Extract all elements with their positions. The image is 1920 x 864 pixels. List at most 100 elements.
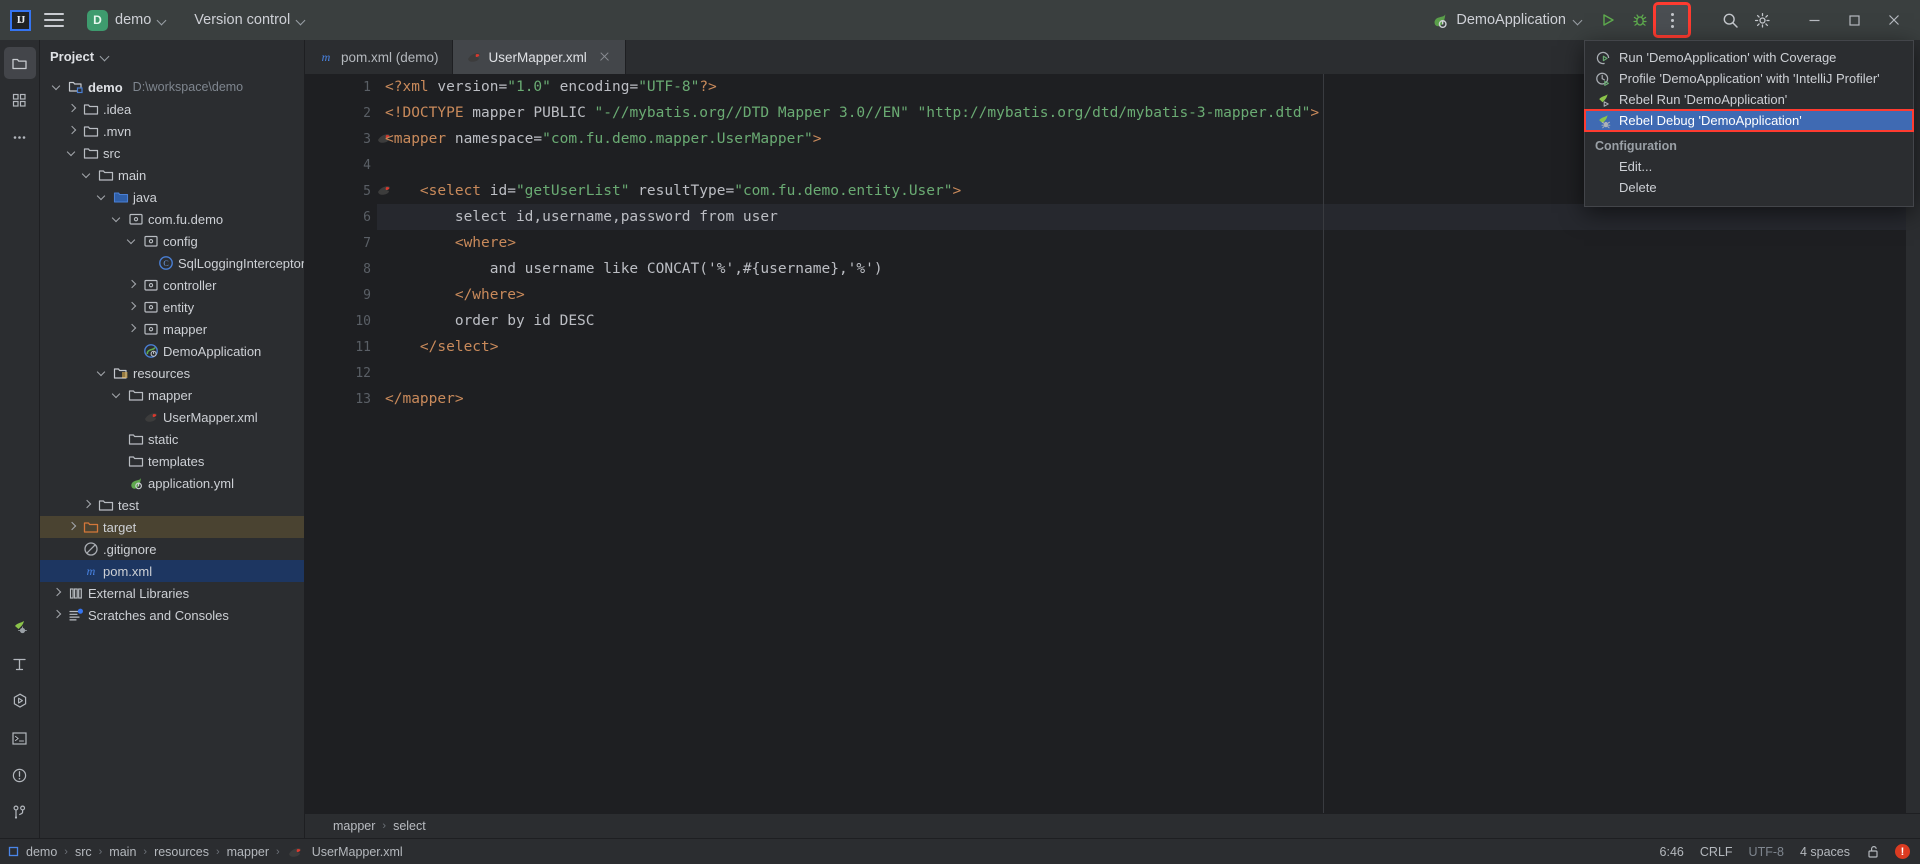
editor-tab-pom-xml[interactable]: m pom.xml (demo) (305, 40, 453, 74)
tree-item-src[interactable]: src (40, 142, 304, 164)
close-tab-icon[interactable] (598, 50, 612, 64)
chevron-right-icon[interactable] (65, 124, 79, 138)
code-line[interactable]: <where> (377, 230, 1906, 256)
chevron-down-icon[interactable] (65, 146, 79, 160)
menu-item-rebel-run[interactable]: Rebel Run 'DemoApplication' (1585, 89, 1913, 110)
chevron-down-icon[interactable] (110, 212, 124, 226)
structure-tool-window-button[interactable] (4, 648, 36, 680)
status-breadcrumb-item[interactable]: src (75, 845, 92, 859)
error-badge[interactable]: ! (1895, 844, 1910, 859)
chevron-right-icon[interactable] (80, 498, 94, 512)
tree-item-demoapplication[interactable]: DemoApplication (40, 340, 304, 362)
code-line[interactable]: </mapper> (377, 386, 1906, 412)
tree-item-demo[interactable]: demo D:\workspace\demo (40, 76, 304, 98)
tree-item-application-yml[interactable]: application.yml (40, 472, 304, 494)
code-line[interactable]: </where> (377, 282, 1906, 308)
tree-item-mapper[interactable]: mapper (40, 318, 304, 340)
search-everywhere-button[interactable] (1714, 5, 1746, 35)
tree-item-templates[interactable]: templates (40, 450, 304, 472)
menu-item-profile[interactable]: Profile 'DemoApplication' with 'IntelliJ… (1585, 68, 1913, 89)
more-run-options-button[interactable] (1653, 2, 1691, 38)
editor-gutter[interactable]: 1 2 3 4 5 6 7 8 9 10 11 12 13 (305, 74, 390, 813)
chevron-right-icon[interactable] (125, 300, 139, 314)
status-breadcrumb[interactable]: demo › src › main › resources › mapper › UserMappe… (8, 844, 403, 860)
hamburger-icon[interactable] (41, 7, 67, 33)
tree-item-entity[interactable]: entity (40, 296, 304, 318)
version-control-tool-window-button[interactable] (4, 796, 36, 828)
tree-item-external-libraries[interactable]: External Libraries (40, 582, 304, 604)
editor-breadcrumb-item[interactable]: mapper (333, 819, 375, 833)
menu-item-edit[interactable]: Edit... (1585, 156, 1913, 177)
code-line[interactable]: select id,username,password from user (377, 204, 1906, 230)
code-line[interactable]: order by id DESC (377, 308, 1906, 334)
tree-item-test[interactable]: test (40, 494, 304, 516)
run-configuration-selector[interactable]: DemoApplication (1422, 8, 1592, 33)
maximize-window-button[interactable] (1834, 1, 1874, 39)
indent-setting[interactable]: 4 spaces (1800, 845, 1850, 859)
run-tool-window-button[interactable] (4, 685, 36, 717)
tree-item-java[interactable]: java (40, 186, 304, 208)
run-button[interactable] (1592, 5, 1624, 35)
chevron-down-icon[interactable] (110, 388, 124, 402)
tree-item-pom-xml[interactable]: m pom.xml (40, 560, 304, 582)
chevron-right-icon[interactable] (125, 322, 139, 336)
chevron-right-icon[interactable] (50, 608, 64, 622)
tree-item-config[interactable]: config (40, 230, 304, 252)
tree-item-resources[interactable]: resources (40, 362, 304, 384)
jrebel-tool-window-button[interactable] (4, 611, 36, 643)
chevron-right-icon[interactable] (65, 102, 79, 116)
editor-breadcrumb-item[interactable]: select (393, 819, 426, 833)
tree-item-static[interactable]: static (40, 428, 304, 450)
chevron-right-icon[interactable] (65, 520, 79, 534)
code-line[interactable] (377, 360, 1906, 386)
status-breadcrumb-item[interactable]: UserMapper.xml (312, 845, 403, 859)
readonly-toggle[interactable] (1866, 844, 1881, 859)
editor-breadcrumb[interactable]: mapper › select (305, 813, 1920, 838)
tree-item-idea[interactable]: .idea (40, 98, 304, 120)
status-breadcrumb-item[interactable]: demo (26, 845, 57, 859)
chevron-down-icon[interactable] (95, 190, 109, 204)
chevron-down-icon[interactable] (125, 234, 139, 248)
line-separator[interactable]: CRLF (1700, 845, 1733, 859)
tree-item-mvn[interactable]: .mvn (40, 120, 304, 142)
tree-item-usermapper-xml[interactable]: UserMapper.xml (40, 406, 304, 428)
close-window-button[interactable] (1874, 1, 1914, 39)
project-widget[interactable]: D demo (79, 6, 175, 35)
chevron-down-icon[interactable] (95, 366, 109, 380)
commit-tool-window-button[interactable] (4, 84, 36, 116)
tree-item-mapper[interactable]: mapper (40, 384, 304, 406)
code-line[interactable]: and username like CONCAT('%',#{username}… (377, 256, 1906, 282)
tree-item-scratches-and-consoles[interactable]: Scratches and Consoles (40, 604, 304, 626)
tree-item-gitignore[interactable]: .gitignore (40, 538, 304, 560)
more-tool-windows-button[interactable] (4, 121, 36, 153)
tree-item-main[interactable]: main (40, 164, 304, 186)
terminal-tool-window-button[interactable] (4, 722, 36, 754)
status-breadcrumb-item[interactable]: main (109, 845, 136, 859)
chevron-down-icon[interactable] (50, 80, 64, 94)
minimize-window-button[interactable] (1794, 1, 1834, 39)
menu-item-run[interactable]: Run 'DemoApplication' with Coverage (1585, 47, 1913, 68)
tree-item-target[interactable]: target (40, 516, 304, 538)
chevron-down-icon[interactable] (80, 168, 94, 182)
problems-tool-window-button[interactable] (4, 759, 36, 791)
project-tree[interactable]: demo D:\workspace\demo .idea .mvn src main jav… (40, 72, 304, 838)
status-breadcrumb-item[interactable]: mapper (227, 845, 269, 859)
project-tool-window-button[interactable] (3, 47, 36, 79)
tree-item-com-fu-demo[interactable]: com.fu.demo (40, 208, 304, 230)
caret-position[interactable]: 6:46 (1660, 845, 1684, 859)
tree-item-sqllogginginterceptor[interactable]: C SqlLoggingInterceptor (40, 252, 304, 274)
file-encoding[interactable]: UTF-8 (1749, 845, 1784, 859)
status-breadcrumb-item[interactable]: resources (154, 845, 209, 859)
version-control-widget[interactable]: Version control (185, 8, 315, 32)
settings-button[interactable] (1746, 5, 1778, 35)
code-line[interactable]: </select> (377, 334, 1906, 360)
menu-item-rebel-debug[interactable]: Rebel Debug 'DemoApplication' (1584, 109, 1914, 132)
menu-item-delete[interactable]: Delete (1585, 177, 1913, 198)
run-options-dropdown-menu[interactable]: Run 'DemoApplication' with Coverage Profi… (1584, 40, 1914, 207)
tree-item-controller[interactable]: controller (40, 274, 304, 296)
chevron-right-icon[interactable] (125, 278, 139, 292)
project-panel-header[interactable]: Project (40, 40, 304, 72)
chevron-right-icon[interactable] (50, 586, 64, 600)
editor-tab-usermapper-xml[interactable]: UserMapper.xml (452, 40, 626, 74)
debug-button[interactable] (1624, 5, 1656, 35)
